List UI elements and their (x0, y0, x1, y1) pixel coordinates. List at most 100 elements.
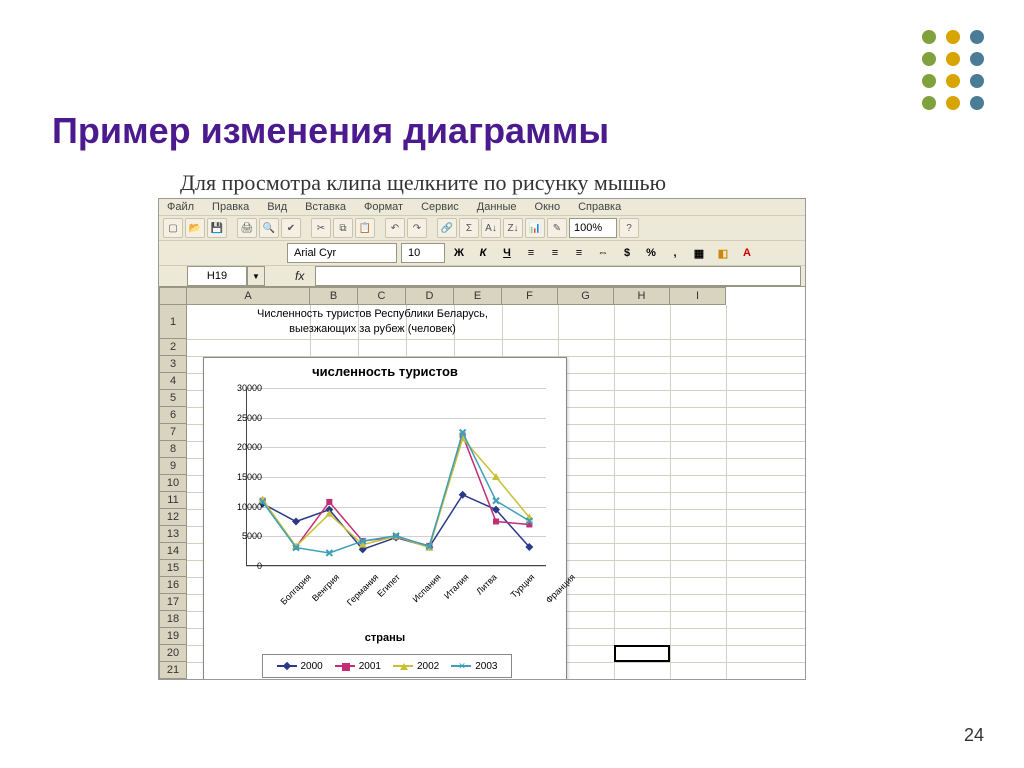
name-box[interactable]: H19 (187, 266, 247, 286)
y-tick-label: 10000 (237, 502, 262, 512)
formula-input[interactable] (315, 266, 801, 286)
new-icon[interactable]: ▢ (163, 218, 183, 238)
menu-format[interactable]: Формат (364, 201, 403, 213)
col-header-f[interactable]: F (502, 287, 558, 305)
col-header-d[interactable]: D (406, 287, 454, 305)
row-header-3[interactable]: 3 (159, 356, 187, 373)
row-header-8[interactable]: 8 (159, 441, 187, 458)
redo-icon[interactable]: ↷ (407, 218, 427, 238)
row-header-20[interactable]: 20 (159, 645, 187, 662)
cell-a1-title: Численность туристов Республики Беларусь… (187, 305, 558, 341)
copy-icon[interactable]: ⧉ (333, 218, 353, 238)
drawing-icon[interactable]: ✎ (547, 218, 567, 238)
row-header-1[interactable]: 1 (159, 305, 187, 339)
comma-icon[interactable]: , (665, 243, 685, 263)
paste-icon[interactable]: 📋 (355, 218, 375, 238)
spreadsheet-grid[interactable]: A B C D E F G H I 1234567891011121314151… (159, 287, 805, 680)
percent-icon[interactable]: % (641, 243, 661, 263)
preview-icon[interactable]: 🔍 (259, 218, 279, 238)
legend-item-2003: ✕2003 (451, 661, 497, 672)
row-header-15[interactable]: 15 (159, 560, 187, 577)
align-right-icon[interactable]: ≡ (569, 243, 589, 263)
col-header-c[interactable]: C (358, 287, 406, 305)
open-icon[interactable]: 📂 (185, 218, 205, 238)
chart-icon[interactable]: 📊 (525, 218, 545, 238)
slide-subtitle: Для просмотра клипа щелкните по рисунку … (180, 170, 666, 196)
series-line-2002 (263, 438, 530, 547)
legend-item-2000: 2000 (277, 661, 323, 672)
chart-plot-area (246, 388, 546, 566)
print-icon[interactable]: 🖨 (237, 218, 257, 238)
row-header-4[interactable]: 4 (159, 373, 187, 390)
toolbar-formatting: Arial Cyr 10 Ж К Ч ≡ ≡ ≡ ⇔ $ % , ▦ ◧ A (159, 241, 805, 266)
sum-icon[interactable]: Σ (459, 218, 479, 238)
row-header-2[interactable]: 2 (159, 339, 187, 356)
name-box-dropdown-icon[interactable]: ▼ (247, 266, 265, 286)
col-header-b[interactable]: B (310, 287, 358, 305)
font-size-selector[interactable]: 10 (401, 243, 445, 263)
col-header-a[interactable]: A (187, 287, 310, 305)
bold-button[interactable]: Ж (449, 243, 469, 263)
row-header-19[interactable]: 19 (159, 628, 187, 645)
currency-icon[interactable]: $ (617, 243, 637, 263)
row-header-12[interactable]: 12 (159, 509, 187, 526)
cut-icon[interactable]: ✂ (311, 218, 331, 238)
x-tick-label: Венгрия (310, 572, 341, 603)
col-header-i[interactable]: I (670, 287, 726, 305)
border-icon[interactable]: ▦ (689, 243, 709, 263)
row-header-5[interactable]: 5 (159, 390, 187, 407)
chart-title: численность туристов (204, 364, 566, 379)
fill-color-icon[interactable]: ◧ (713, 243, 733, 263)
menu-view[interactable]: Вид (267, 201, 287, 213)
col-header-h[interactable]: H (614, 287, 670, 305)
column-headers: A B C D E F G H I (159, 287, 805, 305)
excel-window[interactable]: Файл Правка Вид Вставка Формат Сервис Да… (158, 198, 806, 680)
row-header-10[interactable]: 10 (159, 475, 187, 492)
help-icon[interactable]: ? (619, 218, 639, 238)
slide-title: Пример изменения диаграммы (52, 110, 609, 152)
sort-desc-icon[interactable]: Z↓ (503, 218, 523, 238)
zoom-field[interactable]: 100% (569, 218, 617, 238)
x-tick-label: Египет (375, 572, 402, 599)
menu-tools[interactable]: Сервис (421, 201, 459, 213)
menu-bar: Файл Правка Вид Вставка Формат Сервис Да… (159, 199, 805, 216)
spell-icon[interactable]: ✔ (281, 218, 301, 238)
menu-insert[interactable]: Вставка (305, 201, 346, 213)
page-number: 24 (964, 725, 984, 746)
menu-window[interactable]: Окно (535, 201, 561, 213)
underline-button[interactable]: Ч (497, 243, 517, 263)
sort-asc-icon[interactable]: A↓ (481, 218, 501, 238)
menu-file[interactable]: Файл (167, 201, 194, 213)
row-header-13[interactable]: 13 (159, 526, 187, 543)
row-header-14[interactable]: 14 (159, 543, 187, 560)
font-selector[interactable]: Arial Cyr (287, 243, 397, 263)
col-header-g[interactable]: G (558, 287, 614, 305)
fx-icon[interactable]: fx (295, 269, 315, 283)
row-header-7[interactable]: 7 (159, 424, 187, 441)
align-center-icon[interactable]: ≡ (545, 243, 565, 263)
row-headers: 123456789101112131415161718192021 (159, 305, 187, 679)
save-icon[interactable]: 💾 (207, 218, 227, 238)
decoration-dots (922, 30, 984, 118)
row-header-9[interactable]: 9 (159, 458, 187, 475)
row-header-11[interactable]: 11 (159, 492, 187, 509)
menu-edit[interactable]: Правка (212, 201, 249, 213)
menu-data[interactable]: Данные (477, 201, 517, 213)
row-header-18[interactable]: 18 (159, 611, 187, 628)
select-all-button[interactable] (159, 287, 187, 305)
row-header-16[interactable]: 16 (159, 577, 187, 594)
link-icon[interactable]: 🔗 (437, 218, 457, 238)
undo-icon[interactable]: ↶ (385, 218, 405, 238)
x-tick-label: Турция (509, 572, 537, 600)
row-header-6[interactable]: 6 (159, 407, 187, 424)
col-header-e[interactable]: E (454, 287, 502, 305)
italic-button[interactable]: К (473, 243, 493, 263)
y-tick-label: 30000 (237, 383, 262, 393)
menu-help[interactable]: Справка (578, 201, 621, 213)
merge-icon[interactable]: ⇔ (593, 243, 613, 263)
row-header-21[interactable]: 21 (159, 662, 187, 679)
embedded-chart[interactable]: численность туристов 0500010000150002000… (203, 357, 567, 680)
align-left-icon[interactable]: ≡ (521, 243, 541, 263)
font-color-icon[interactable]: A (737, 243, 757, 263)
row-header-17[interactable]: 17 (159, 594, 187, 611)
